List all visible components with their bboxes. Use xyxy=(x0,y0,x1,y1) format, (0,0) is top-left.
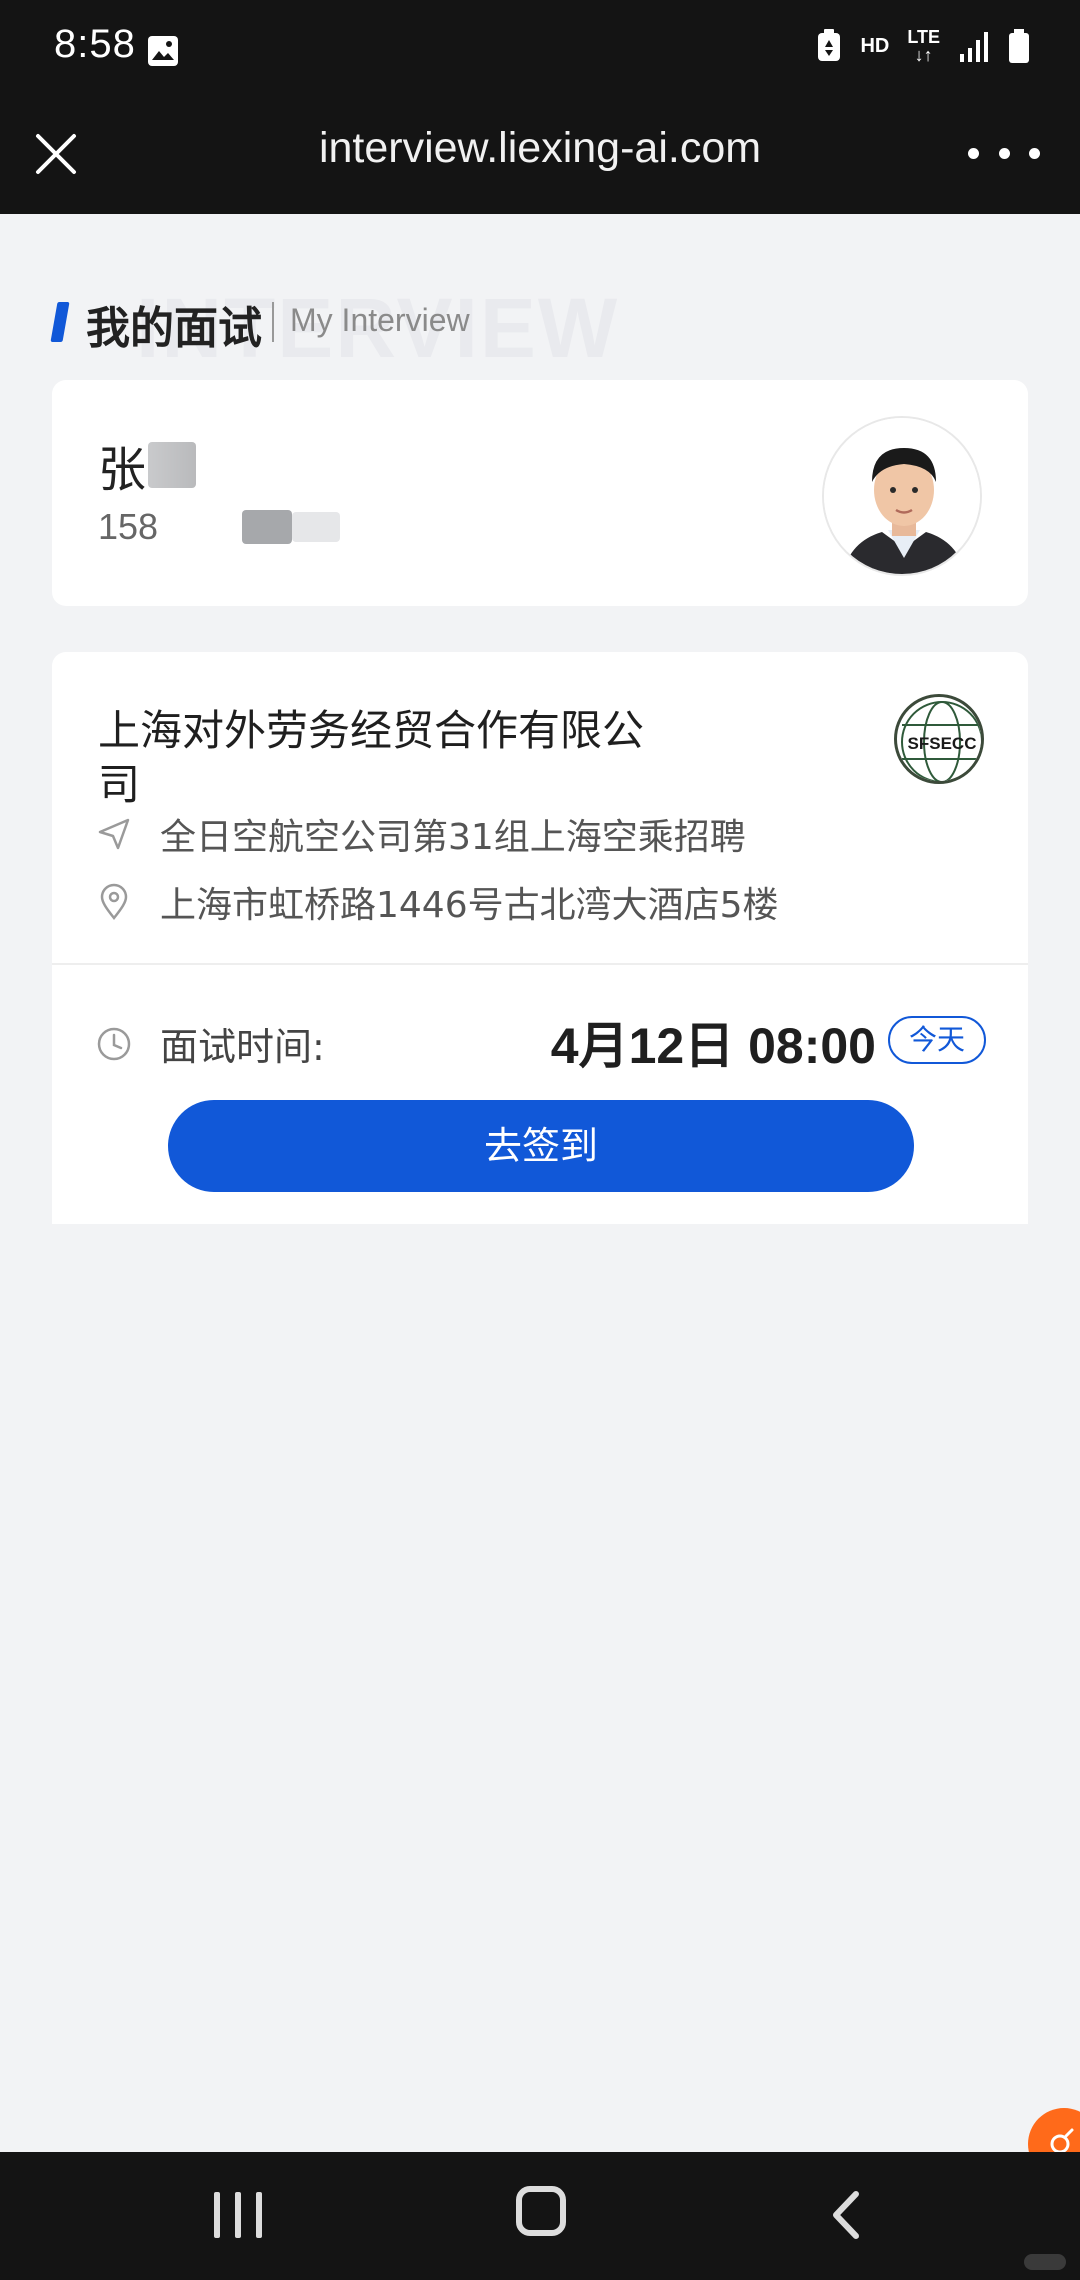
candidate-phone-text: 158 xyxy=(98,506,159,547)
battery-icon xyxy=(1009,29,1029,63)
interview-time-row: 面试时间: 4月12日 08:00 今天 xyxy=(94,1004,986,1076)
card-divider xyxy=(52,963,1028,965)
avatar xyxy=(822,416,982,576)
clock-icon xyxy=(97,1027,131,1060)
recent-bar xyxy=(256,2192,262,2238)
redacted-phone-2 xyxy=(292,512,341,542)
interview-time-value: 4月12日 08:00 xyxy=(550,1018,876,1074)
phone-gap xyxy=(158,522,242,532)
heading-divider xyxy=(272,302,274,342)
redacted-phone xyxy=(242,510,293,544)
profile-card: 张 158 xyxy=(52,380,1028,606)
hd-indicator: HD xyxy=(860,34,890,57)
more-dot xyxy=(1029,147,1040,159)
candidate-phone: 158 xyxy=(98,506,341,548)
data-arrows-icon: ↓↑ xyxy=(914,45,933,65)
browser-toolbar: interview.liexing-ai.com xyxy=(0,100,1080,214)
more-icon[interactable] xyxy=(968,138,1040,168)
keyboard-toggle-icon[interactable] xyxy=(1024,2254,1066,2270)
recent-apps-icon[interactable] xyxy=(214,2192,262,2238)
home-icon[interactable] xyxy=(516,2186,566,2236)
company-logo-graphic: SFSECC xyxy=(900,700,981,781)
heading-accent-bar xyxy=(50,302,70,342)
section-heading: INTERVIEW 我的面试 My Interview xyxy=(50,280,1032,375)
page-title: 我的面试 xyxy=(86,303,262,354)
more-dot xyxy=(968,147,979,159)
checkin-button[interactable]: 去签到 xyxy=(168,1100,914,1192)
more-dot xyxy=(998,147,1010,159)
back-icon[interactable] xyxy=(822,2188,872,2242)
status-bar: 8:58 HD LTE ↓↑ xyxy=(0,0,1080,100)
send-icon xyxy=(98,818,130,850)
status-icons: HD LTE ↓↑ xyxy=(816,28,1030,64)
lte-label: LTE xyxy=(907,27,940,47)
recent-bar xyxy=(235,2192,241,2238)
interview-card[interactable]: 上海对外劳务经贸合作有限公司 SFSECC 全日空航空公司第31组上海空乘招聘 … xyxy=(52,652,1028,1224)
position-text: 全日空航空公司第31组上海空乘招聘 xyxy=(160,817,746,858)
candidate-name-text: 张 xyxy=(98,442,147,498)
address-row: 上海市虹桥路1446号古北湾大酒店5楼 xyxy=(94,876,779,928)
recent-bar xyxy=(214,2192,220,2238)
lte-indicator: LTE ↓↑ xyxy=(907,28,940,64)
battery-saver-icon xyxy=(818,29,841,61)
today-badge: 今天 xyxy=(888,1016,986,1064)
time-label-text: 面试时间: xyxy=(160,1025,325,1069)
system-nav-bar xyxy=(0,2152,1080,2280)
redacted-name xyxy=(148,442,197,488)
location-pin-icon xyxy=(100,883,128,921)
url-text[interactable]: interview.liexing-ai.com xyxy=(0,124,1080,173)
signal-icon xyxy=(960,32,988,62)
status-time: 8:58 xyxy=(54,22,136,66)
time-label: 面试时间: xyxy=(94,1016,325,1071)
address-text: 上海市虹桥路1446号古北湾大酒店5楼 xyxy=(160,885,779,926)
position-row: 全日空航空公司第31组上海空乘招聘 xyxy=(94,808,746,860)
company-name: 上海对外劳务经贸合作有限公司 xyxy=(98,706,645,809)
logo-text: SFSECC xyxy=(908,734,977,753)
page-subtitle: My Interview xyxy=(290,302,470,338)
company-logo: SFSECC xyxy=(894,694,984,784)
gallery-icon xyxy=(148,36,178,66)
avatar-photo xyxy=(824,418,980,574)
candidate-name: 张 xyxy=(98,430,197,500)
